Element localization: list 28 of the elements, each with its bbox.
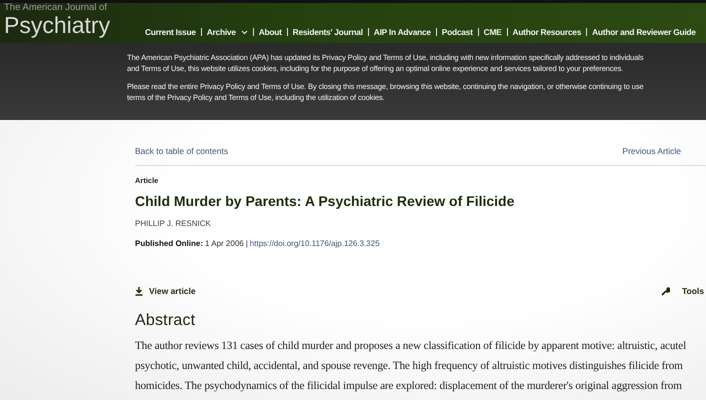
- nav-link[interactable]: Author Resources: [512, 27, 582, 37]
- chevron-down-icon: [240, 30, 248, 34]
- nav-link[interactable]: About: [258, 27, 282, 37]
- article-title: Child Murder by Parents: A Psychiatric Review of Filicide: [135, 193, 516, 209]
- published-date: 1 Apr 2006: [205, 239, 244, 248]
- view-article-link[interactable]: View article: [135, 286, 196, 296]
- doi-link[interactable]: https://doi.org/10.1176/ajp.126.3.325: [250, 239, 380, 248]
- nav-link[interactable]: Podcast: [442, 27, 473, 37]
- journal-logo[interactable]: Psychiatry: [4, 13, 145, 37]
- nav-link[interactable]: Residents' Journal: [292, 27, 363, 37]
- back-link[interactable]: Back to table of contents: [135, 146, 228, 165]
- abstract-text: The author reviews 131 cases of child murder and proposes a new classification of filicide by apparent motive: altruistic, acutel: [135, 339, 688, 354]
- tools-link[interactable]: Tools: [660, 286, 704, 296]
- author-name: PHILLIP J. RESNICK: [135, 219, 212, 228]
- published-label: Published Online:: [135, 239, 204, 248]
- previous-article-link[interactable]: Previous Article: [622, 146, 681, 165]
- nav-link[interactable]: Archive: [206, 27, 248, 37]
- download-icon: [135, 286, 143, 296]
- abstract-text: psychotic, unwanted child, accidental, and spouse revenge. The high frequency of altruistic motives distinguishes filicide from: [135, 359, 684, 374]
- abstract-heading: Abstract: [135, 312, 196, 330]
- nav-link[interactable]: AIP In Advance: [374, 27, 431, 37]
- separator: |: [246, 239, 248, 248]
- journal-prefix: The American Journal of: [4, 3, 108, 13]
- nav-link[interactable]: Author and Reviewer Guide: [592, 27, 696, 37]
- nav-link[interactable]: Current Issue: [145, 27, 196, 37]
- abstract-text: homicides. The psychodynamics of the filicidal impulse are explored: displacement of the murderer's original aggression from: [135, 379, 683, 394]
- nav-link[interactable]: CME: [484, 27, 502, 37]
- wrench-icon: [660, 286, 670, 296]
